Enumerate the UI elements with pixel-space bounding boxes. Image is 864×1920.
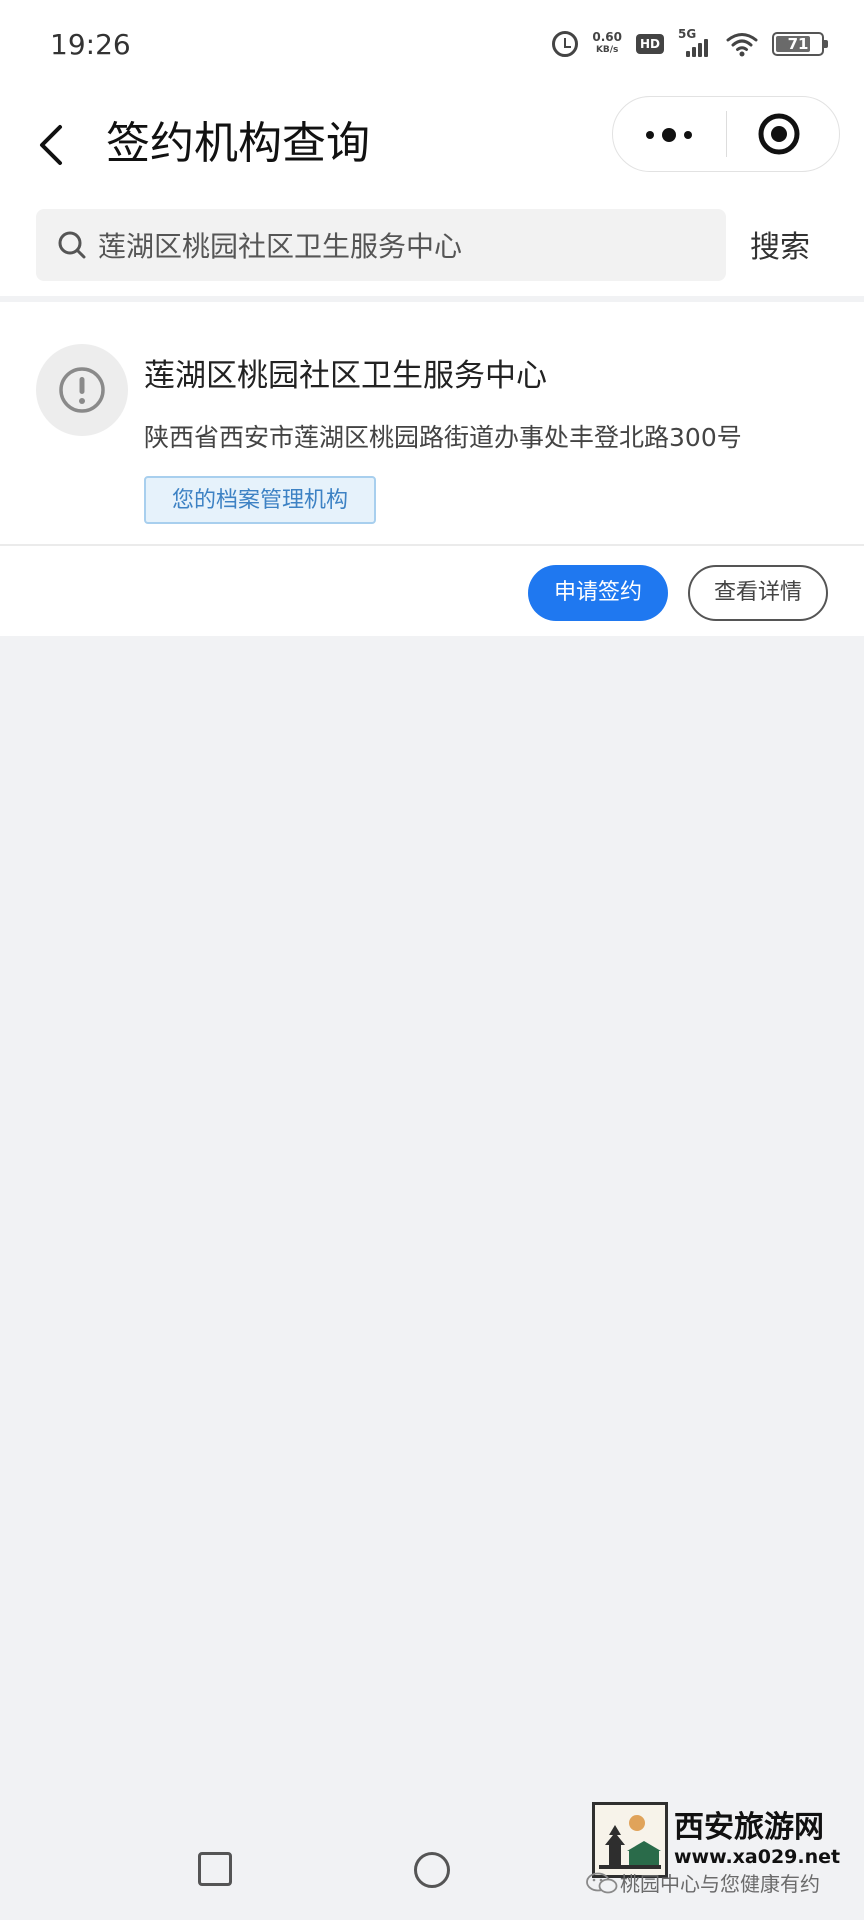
battery-icon: 71 <box>772 32 828 56</box>
search-area: 搜索 <box>0 200 864 296</box>
alarm-icon <box>552 31 579 57</box>
page-title: 签约机构查询 <box>106 118 370 169</box>
signal-bar <box>686 51 690 57</box>
watermark-url: www.xa029.net <box>674 1846 841 1868</box>
signal-bar <box>692 47 696 57</box>
wechat-icon <box>586 1872 618 1894</box>
net-speed-unit: KB/s <box>595 45 619 55</box>
battery-tip <box>824 40 828 48</box>
signal-bar <box>698 43 702 57</box>
watermark-caption: 桃园中心与您健康有约 <box>584 1866 854 1898</box>
watermark-title: 西安旅游网 <box>674 1810 824 1845</box>
home-button[interactable] <box>414 1852 450 1888</box>
view-details-button[interactable]: 查看详情 <box>688 565 828 621</box>
status-time: 19:26 <box>50 28 131 61</box>
watermark-caption-text: 桃园中心与您健康有约 <box>620 1872 820 1896</box>
status-bar: 19:26 0.60 KB/s HD 5G 71 <box>0 0 864 90</box>
wifi-icon <box>726 33 758 57</box>
search-icon <box>58 231 86 259</box>
net-speed-value: 0.60 <box>592 30 622 44</box>
recent-apps-button[interactable] <box>198 1852 232 1886</box>
chevron-left-icon <box>40 125 62 165</box>
org-address: 陕西省西安市莲湖区桃园路街道办事处丰登北路300号 <box>144 423 742 452</box>
pagoda-logo-icon <box>599 1815 661 1869</box>
back-button[interactable] <box>30 115 80 175</box>
net-speed-indicator: 0.60 KB/s <box>592 31 622 57</box>
mini-program-capsule <box>612 96 840 172</box>
exclamation-circle-icon <box>59 367 105 413</box>
nav-bar: 签约机构查询 <box>0 90 864 200</box>
org-icon-wrap <box>36 344 128 436</box>
more-dots-icon <box>684 131 692 139</box>
more-dots-icon <box>646 131 654 139</box>
record-institution-badge: 您的档案管理机构 <box>144 476 377 524</box>
signal-bar <box>704 39 708 57</box>
network-type-label: 5G <box>678 27 697 41</box>
status-icons: 0.60 KB/s HD 5G 71 <box>552 26 828 62</box>
result-card[interactable]: 莲湖区桃园社区卫生服务中心 陕西省西安市莲湖区桃园路街道办事处丰登北路300号 … <box>0 302 864 546</box>
more-dots-icon <box>662 128 676 142</box>
signal-5g-icon: 5G <box>678 27 712 59</box>
search-button[interactable]: 搜索 <box>750 222 810 266</box>
more-button[interactable] <box>613 97 726 171</box>
hd-icon: HD <box>635 34 664 54</box>
action-bar: 申请签约 查看详情 <box>0 546 864 636</box>
org-name: 莲湖区桃园社区卫生服务中心 <box>144 358 547 394</box>
apply-sign-button[interactable]: 申请签约 <box>528 565 668 621</box>
search-input[interactable] <box>98 209 698 281</box>
close-button[interactable] <box>727 97 839 171</box>
search-box <box>36 209 726 281</box>
battery-level: 71 <box>787 35 809 53</box>
target-circle-icon <box>758 113 800 155</box>
